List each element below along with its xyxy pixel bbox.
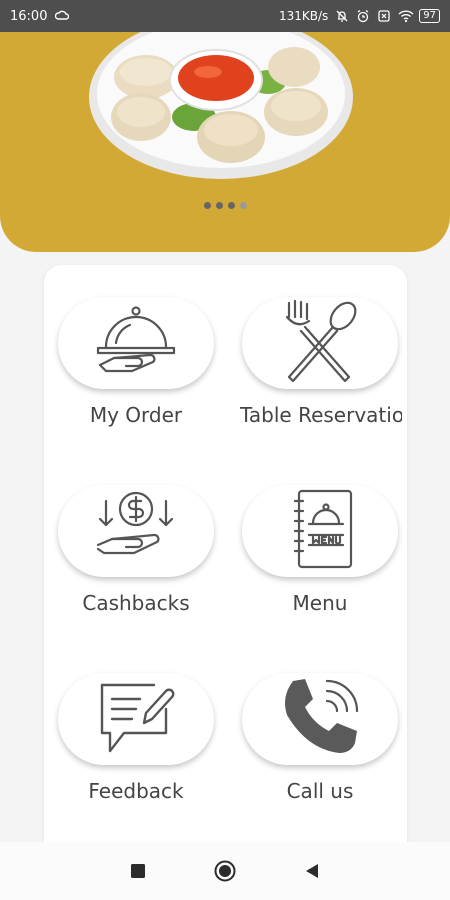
back-triangle-icon[interactable] (300, 859, 324, 883)
carousel-dot[interactable] (227, 202, 235, 209)
feedback-button[interactable] (58, 673, 214, 765)
menu-card: My Order Table Reservatio Cashbacks Menu… (44, 265, 407, 865)
my-order-label: My Order (89, 403, 183, 427)
menu-tile[interactable]: Menu (240, 485, 400, 615)
momos-plate-image (86, 32, 356, 192)
alarm-icon (356, 9, 370, 23)
feedback-label: Feedback (88, 779, 184, 803)
call-us-label: Call us (286, 779, 354, 803)
call-us-button[interactable] (242, 673, 398, 765)
fork-spoon-icon (277, 299, 363, 387)
my-order-tile[interactable]: My Order (56, 297, 216, 427)
carousel-dot[interactable] (215, 202, 223, 209)
cashbacks-button[interactable] (58, 485, 214, 577)
menu-book-icon (283, 487, 357, 575)
cashbacks-label: Cashbacks (82, 591, 190, 615)
serving-cloche-icon (92, 303, 180, 383)
carousel-dot[interactable] (239, 202, 247, 209)
feedback-message-icon (94, 677, 178, 761)
bell-off-icon (335, 9, 349, 23)
menu-button[interactable] (242, 485, 398, 577)
wifi-icon (398, 9, 414, 23)
table-reservation-button[interactable] (242, 297, 398, 389)
cashbacks-tile[interactable]: Cashbacks (56, 485, 216, 615)
table-reservation-tile[interactable]: Table Reservatio (240, 297, 402, 427)
table-reservation-label: Table Reservatio (240, 403, 402, 427)
carousel-indicator[interactable] (0, 202, 450, 209)
battery-indicator: 97 (419, 9, 440, 23)
recents-square-icon[interactable] (126, 859, 150, 883)
status-bar: 16:00 131KB/s 97 (0, 0, 450, 32)
home-circle-icon[interactable] (213, 859, 237, 883)
status-time: 16:00 (10, 8, 48, 24)
sim-icon (377, 9, 391, 23)
call-us-tile[interactable]: Call us (240, 673, 400, 803)
feedback-tile[interactable]: Feedback (56, 673, 216, 803)
carousel-dot[interactable] (203, 202, 211, 209)
menu-label: Menu (292, 591, 348, 615)
cloud-icon (55, 9, 70, 23)
network-speed: 131KB/s (278, 9, 329, 23)
cashback-hand-icon (92, 489, 180, 573)
banner-carousel[interactable] (0, 32, 450, 252)
system-nav-bar (0, 842, 450, 900)
my-order-button[interactable] (58, 297, 214, 389)
phone-icon (277, 675, 363, 763)
